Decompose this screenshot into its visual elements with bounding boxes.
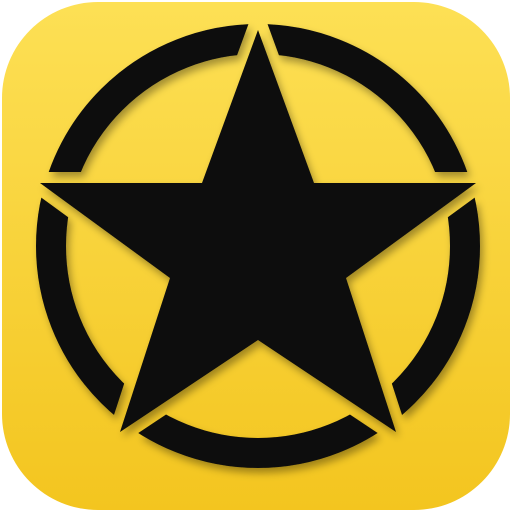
app-icon-graphic — [2, 2, 510, 510]
app-icon[interactable] — [0, 0, 512, 512]
